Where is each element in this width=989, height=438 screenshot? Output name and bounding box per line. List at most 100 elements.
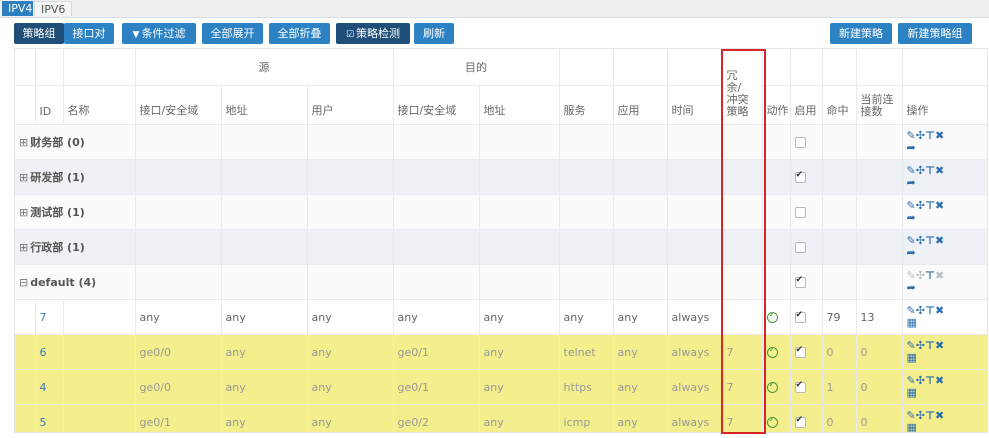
grid-icon[interactable]: ▦ [907,316,917,329]
delete-icon[interactable]: ✖ [935,199,944,212]
move-icon[interactable]: ✣ [916,164,925,177]
dst-addr-header[interactable]: 地址 [479,85,560,125]
pin-icon[interactable]: ⊤ [925,234,935,247]
id-header[interactable]: ID [35,85,64,125]
policy-check-button[interactable]: ☑ 策略检测 [336,23,410,44]
policy-row[interactable]: 7 any any any any any any any always 79 … [15,299,987,335]
enable-checkbox[interactable] [794,207,806,218]
rule-time: always [667,299,723,335]
interface-pair-button[interactable]: 接口对 [64,23,114,44]
forward-icon[interactable]: ➦ [907,281,916,294]
group-row[interactable]: ⊟default (4) ✎✣⊤✖ ➦ [15,264,987,300]
pin-icon[interactable]: ⊤ [925,304,935,317]
group-label: 财务部 (0) [30,136,85,149]
app-header[interactable]: 应用 [613,85,668,125]
pin-icon[interactable]: ⊤ [925,269,935,282]
group-toggle[interactable]: ⊟ default (4) [15,264,136,300]
tab-ipv6[interactable]: IPV6 [34,1,72,16]
move-icon[interactable]: ✣ [916,409,925,422]
policy-row[interactable]: 5 ge0/1 any any ge0/2 any icmp any alway… [15,404,987,433]
enable-checkbox[interactable] [794,415,806,428]
grid-icon[interactable]: ▦ [907,351,917,364]
src-addr-header[interactable]: 地址 [221,85,308,125]
dst-if-header[interactable]: 接口/安全域 [393,85,480,125]
rule-id[interactable]: 5 [35,404,64,432]
collapse-icon[interactable]: ⊟ [19,276,28,289]
rule-dst-addr: any [479,404,560,432]
delete-icon[interactable]: ✖ [935,164,944,177]
pin-icon[interactable]: ⊤ [925,164,935,177]
pin-icon[interactable]: ⊤ [925,374,935,387]
rule-id[interactable]: 6 [35,334,64,370]
group-row[interactable]: ⊞ 财务部 (0) ✎✣⊤✖ ➦ [15,124,987,160]
delete-icon[interactable]: ✖ [935,374,944,387]
delete-icon[interactable]: ✖ [935,339,944,352]
forward-icon[interactable]: ➦ [907,211,916,224]
pin-icon[interactable]: ⊤ [925,339,935,352]
expand-icon[interactable]: ⊞ [19,136,28,149]
group-row[interactable]: ⊞研发部 (1) ✎✣⊤✖ ➦ [15,159,987,195]
hits-header[interactable]: 命中 [822,85,857,125]
rule-id[interactable]: 4 [35,369,64,405]
policy-row[interactable]: 6 ge0/0 any any ge0/1 any telnet any alw… [15,334,987,370]
group-toggle[interactable]: ⊞ 行政部 (1) [15,229,136,265]
pin-icon[interactable]: ⊤ [925,409,935,422]
rule-id[interactable]: 7 [35,299,64,335]
pin-icon[interactable]: ⊤ [925,199,935,212]
refresh-button[interactable]: 刷新 [414,23,454,44]
move-icon[interactable]: ✣ [916,374,925,387]
enable-checkbox[interactable] [794,275,806,288]
move-icon[interactable]: ✣ [916,339,925,352]
filter-button[interactable]: ▼ 条件过滤 [122,23,196,44]
src-if-header[interactable]: 接口/安全域 [135,85,222,125]
enable-checkbox[interactable] [794,310,806,323]
expand-icon[interactable]: ⊞ [19,206,28,219]
enable-checkbox[interactable] [794,170,806,183]
expand-icon[interactable]: ⊞ [19,241,28,254]
group-toggle[interactable]: ⊞ 测试部 (1) [15,194,136,230]
service-header[interactable]: 服务 [559,85,614,125]
forward-icon[interactable]: ➦ [907,141,916,154]
delete-icon[interactable]: ✖ [935,409,944,422]
enable-checkbox[interactable] [794,242,806,253]
move-icon[interactable]: ✣ [916,234,925,247]
time-header[interactable]: 时间 [667,85,723,125]
group-row[interactable]: ⊞ 行政部 (1) ✎✣⊤✖ ➦ [15,229,987,265]
group-toggle[interactable]: ⊞ 研发部 (1) [15,159,136,195]
delete-icon[interactable]: ✖ [935,129,944,142]
grid-icon[interactable]: ▦ [907,421,917,433]
source-header: 源 [135,49,394,86]
move-icon[interactable]: ✣ [916,269,925,282]
move-icon[interactable]: ✣ [916,129,925,142]
header-row-groups: 源 目的 冗 余/ 冲突 策略 [15,49,987,125]
delete-icon[interactable]: ✖ [935,304,944,317]
pin-icon[interactable]: ⊤ [925,129,935,142]
enable-checkbox[interactable] [794,380,806,393]
expand-icon[interactable]: ⊞ [19,171,28,184]
new-policy-group-button[interactable]: 新建策略组 [898,23,972,44]
src-user-header[interactable]: 用户 [307,85,394,125]
policy-row[interactable]: 4 ge0/0 any any ge0/1 any https any alwa… [15,369,987,405]
conns-header[interactable]: 当前连接数 [856,85,903,125]
grid-icon[interactable]: ▦ [907,386,917,399]
new-policy-button[interactable]: 新建策略 [830,23,892,44]
rule-app: any [613,299,668,335]
delete-icon[interactable]: ✖ [935,269,944,282]
enable-header[interactable]: 启用 [790,85,823,125]
group-row[interactable]: ⊞ 测试部 (1) ✎✣⊤✖ ➦ [15,194,987,230]
ops-header: 操作 [902,85,987,125]
forward-icon[interactable]: ➦ [907,246,916,259]
group-toggle[interactable]: ⊞ 财务部 (0) [15,124,136,160]
enable-checkbox[interactable] [794,345,806,358]
tab-ipv4[interactable]: IPV4 [2,1,33,16]
policy-group-button[interactable]: 策略组 [14,23,64,44]
collapse-all-button[interactable]: 全部折叠 [269,23,330,44]
forward-icon[interactable]: ➦ [907,176,916,189]
name-header[interactable]: 名称 [63,85,136,125]
action-header[interactable]: 动作 [762,85,791,125]
expand-all-button[interactable]: 全部展开 [202,23,263,44]
move-icon[interactable]: ✣ [916,304,925,317]
enable-checkbox[interactable] [794,137,806,148]
delete-icon[interactable]: ✖ [935,234,944,247]
move-icon[interactable]: ✣ [916,199,925,212]
